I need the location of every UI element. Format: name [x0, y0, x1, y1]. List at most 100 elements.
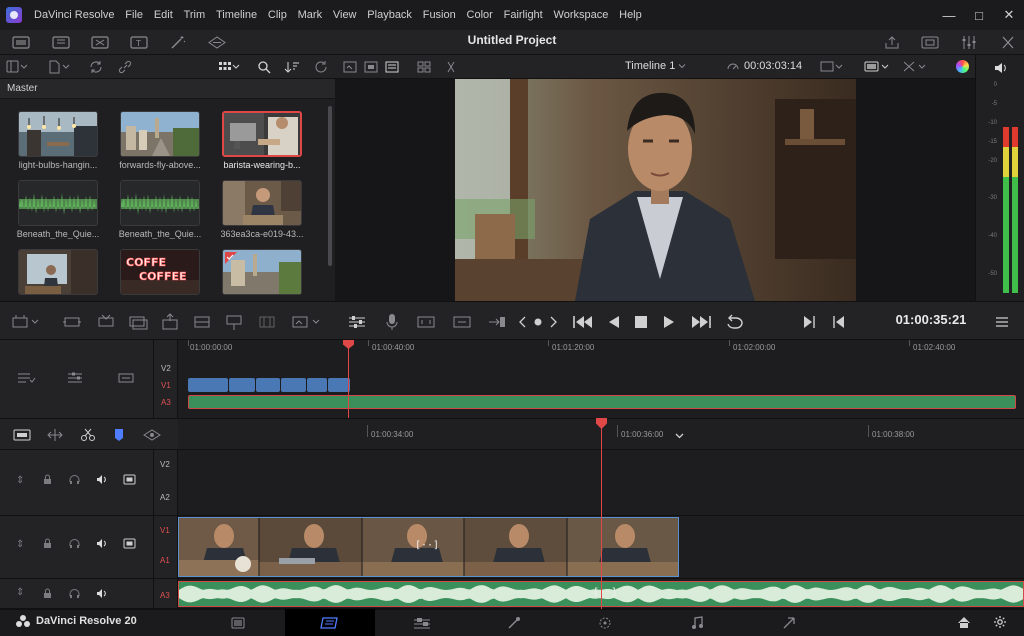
clip-thumbnail-street-aerial[interactable] — [120, 111, 200, 157]
menu-color[interactable]: Color — [461, 0, 498, 30]
voiceover-mic-icon[interactable] — [384, 313, 400, 331]
deliver-page-icon[interactable] — [744, 609, 834, 636]
timeline-viewer-icon[interactable] — [385, 61, 399, 73]
viewer-layout-icon[interactable] — [343, 61, 357, 73]
trim-ripple-icon[interactable] — [487, 314, 507, 330]
sort-icon[interactable] — [284, 60, 300, 74]
prev-marker-icon[interactable] — [518, 314, 528, 330]
magic-wand-icon[interactable] — [170, 35, 186, 50]
mark-in-icon[interactable] — [802, 314, 816, 330]
home-icon[interactable] — [957, 616, 971, 629]
lower-playhead[interactable] — [601, 418, 602, 609]
play-reverse-icon[interactable] — [607, 314, 621, 330]
flag-marker-icon[interactable] — [113, 427, 125, 443]
insert-clip-icon[interactable] — [62, 314, 82, 330]
play-icon[interactable] — [662, 314, 676, 330]
mark-clip-icon[interactable] — [452, 314, 472, 330]
menu-view[interactable]: View — [327, 0, 361, 30]
mixer-icon[interactable] — [960, 35, 978, 50]
move-track-icon[interactable]: ⇕ — [16, 587, 24, 598]
ripple-overwrite-icon[interactable] — [225, 313, 243, 331]
close-up-icon[interactable] — [258, 314, 276, 330]
inspector-icon[interactable] — [1000, 35, 1016, 50]
snapping-icon[interactable] — [142, 428, 162, 442]
blade-scissors-icon[interactable] — [80, 428, 96, 442]
effects-toggle-icon[interactable] — [52, 36, 70, 49]
minimize-icon[interactable]: — — [934, 0, 964, 30]
color-viewer-icon[interactable] — [956, 60, 969, 73]
transform-overlay-icon[interactable] — [902, 60, 928, 73]
place-on-top-icon[interactable] — [160, 313, 180, 331]
track-visibility-icon[interactable] — [123, 474, 136, 488]
loop-icon[interactable] — [724, 313, 746, 331]
upper-a3-audio-clip[interactable] — [188, 395, 1016, 409]
append-icon[interactable] — [193, 314, 211, 330]
options-menu-icon[interactable] — [995, 314, 1009, 330]
marker-dot-icon[interactable] — [533, 315, 543, 329]
settings-gear-icon[interactable] — [993, 615, 1007, 629]
track-visibility-icon[interactable] — [123, 538, 136, 552]
zoom-fit-icon[interactable] — [820, 60, 844, 73]
titles-toggle-icon[interactable]: T — [130, 36, 148, 49]
upper-v1-clip[interactable] — [307, 378, 327, 392]
maximize-icon[interactable]: □ — [964, 0, 994, 30]
menu-mark[interactable]: Mark — [292, 0, 327, 30]
headphones-icon[interactable] — [69, 538, 80, 552]
upper-v1-clip[interactable] — [281, 378, 306, 392]
menu-workspace[interactable]: Workspace — [548, 0, 614, 30]
source-viewer-icon[interactable] — [364, 61, 378, 73]
overwrite-clip-icon[interactable] — [96, 314, 116, 330]
dual-viewer-icon[interactable] — [417, 61, 431, 73]
fusion-page-icon[interactable] — [469, 609, 559, 636]
sync-icon[interactable] — [89, 60, 103, 74]
menu-playback[interactable]: Playback — [362, 0, 417, 30]
track-options-icon[interactable] — [66, 371, 86, 385]
sound-library-icon[interactable] — [207, 35, 227, 50]
menu-file[interactable]: File — [120, 0, 149, 30]
media-pool-toggle-icon[interactable] — [12, 36, 30, 49]
export-icon[interactable] — [884, 35, 900, 50]
audio-track-icon[interactable] — [116, 371, 136, 385]
search-icon[interactable] — [257, 60, 271, 74]
move-track-icon[interactable]: ⇕ — [16, 475, 24, 486]
headphones-icon[interactable] — [69, 474, 80, 488]
mark-in-out-icon[interactable] — [416, 314, 436, 330]
replace-clip-icon[interactable] — [128, 314, 148, 330]
upper-v1-clip[interactable] — [328, 378, 350, 392]
menu-help[interactable]: Help — [614, 0, 647, 30]
lock-icon[interactable] — [43, 474, 52, 488]
clip-thumbnail-man-laptop[interactable] — [222, 180, 302, 226]
move-track-icon[interactable]: ⇕ — [16, 539, 24, 550]
timeline-name[interactable]: Timeline 1 — [625, 60, 675, 72]
clip-thumbnail-light-bulbs[interactable] — [18, 111, 98, 157]
speaker-icon[interactable] — [96, 538, 108, 552]
upper-v1-clip[interactable] — [229, 378, 255, 392]
menu-fusion[interactable]: Fusion — [417, 0, 461, 30]
speaker-icon[interactable] — [96, 474, 108, 488]
next-marker-icon[interactable] — [548, 314, 558, 330]
transition-handle-icon[interactable]: [··] — [415, 540, 439, 551]
clip-thumbnail-audio-1[interactable] — [18, 180, 98, 226]
transition-handle-icon[interactable]: [··] — [593, 587, 617, 598]
lock-icon[interactable] — [43, 588, 52, 602]
clip-thumbnail-street-day[interactable] — [222, 249, 302, 295]
clip-thumbnail-barista[interactable] — [222, 111, 302, 157]
menu-davinci-resolve[interactable]: DaVinci Resolve — [30, 0, 120, 30]
link-icon[interactable] — [118, 60, 132, 74]
clip-thumbnail-coffee-sign[interactable]: COFFE COFFEE — [120, 249, 200, 295]
headphones-icon[interactable] — [69, 588, 80, 602]
fairlight-page-icon[interactable] — [652, 609, 742, 636]
media-page-icon[interactable] — [193, 609, 283, 636]
speaker-icon[interactable] — [96, 588, 108, 602]
timeline-view-icon[interactable] — [12, 428, 32, 442]
color-page-icon[interactable] — [560, 609, 650, 636]
go-to-end-icon[interactable] — [690, 314, 712, 330]
sidebar-toggle-icon[interactable] — [6, 60, 28, 74]
audio-detach-icon[interactable] — [445, 60, 457, 74]
sliders-icon[interactable] — [348, 314, 366, 330]
new-bin-icon[interactable] — [48, 60, 70, 74]
edit-page-icon[interactable] — [377, 609, 467, 636]
menu-fairlight[interactable]: Fairlight — [498, 0, 548, 30]
menu-clip[interactable]: Clip — [263, 0, 293, 30]
menu-edit[interactable]: Edit — [148, 0, 178, 30]
